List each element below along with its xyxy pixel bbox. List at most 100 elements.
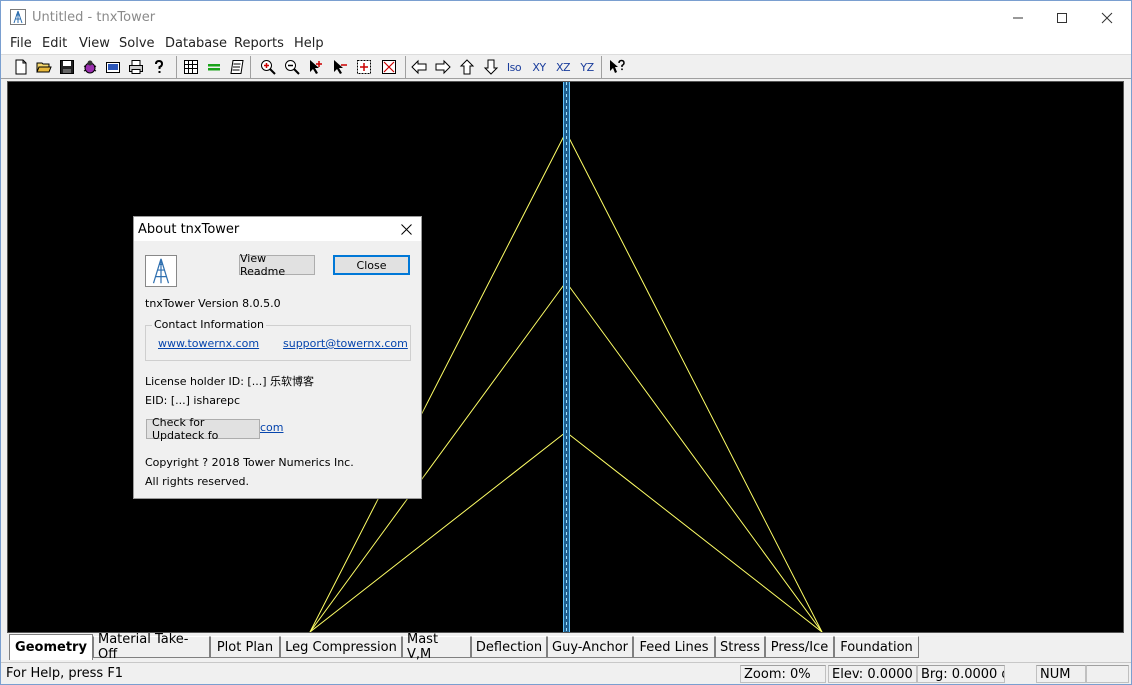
eid-text: EID: [...] isharepc bbox=[145, 394, 241, 407]
view-yz-label: YZ bbox=[580, 60, 594, 74]
menu-help[interactable]: Help bbox=[294, 36, 324, 51]
select-add-button[interactable] bbox=[306, 57, 326, 77]
rotate-right-button[interactable] bbox=[433, 57, 453, 77]
select-remove-button[interactable] bbox=[330, 57, 350, 77]
version-text: tnxTower Version 8.0.5.0 bbox=[145, 297, 281, 310]
print-preview-icon bbox=[106, 62, 120, 73]
mast bbox=[563, 82, 570, 632]
arrow-up-icon bbox=[459, 59, 475, 75]
table-grid-icon bbox=[184, 60, 198, 74]
printer-icon bbox=[129, 60, 143, 74]
close-icon bbox=[400, 223, 412, 235]
website-link[interactable]: www.towernx.com bbox=[158, 337, 259, 350]
rotate-up-button[interactable] bbox=[457, 57, 477, 77]
tab-foundation[interactable]: Foundation bbox=[834, 636, 919, 658]
view-iso-button[interactable]: Iso bbox=[504, 57, 524, 77]
grid-table-button[interactable] bbox=[181, 57, 201, 77]
view-xy-button[interactable]: XY bbox=[529, 57, 549, 77]
new-file-icon bbox=[15, 59, 27, 75]
print-preview-button[interactable] bbox=[103, 57, 123, 77]
check-updates-button[interactable]: Check for Updateck fo bbox=[146, 416, 260, 442]
check-updates-link-fragment[interactable]: com bbox=[260, 421, 284, 434]
close-window-button[interactable] bbox=[1084, 1, 1130, 34]
print-button[interactable] bbox=[126, 57, 146, 77]
tab-press-ice[interactable]: Press/Ice bbox=[765, 636, 834, 658]
arrow-right-icon bbox=[435, 59, 451, 75]
about-close-button[interactable]: Close bbox=[333, 255, 410, 275]
zoom-in-button[interactable] bbox=[258, 57, 278, 77]
view-readme-button[interactable]: View Readme bbox=[239, 252, 315, 278]
menu-reports[interactable]: Reports bbox=[234, 36, 284, 51]
tab-feed-lines[interactable]: Feed Lines bbox=[633, 636, 715, 658]
notes-button[interactable] bbox=[227, 57, 247, 77]
toolbar: Iso XY XZ YZ bbox=[1, 54, 1131, 79]
tab-leg-compression[interactable]: Leg Compression bbox=[280, 636, 402, 658]
title-bar: Untitled - tnxTower bbox=[1, 1, 1131, 34]
context-help-icon bbox=[610, 59, 625, 73]
guy-wire bbox=[565, 431, 823, 632]
pointer-plus-icon bbox=[310, 60, 322, 74]
tab-material-take-off[interactable]: Material Take-Off bbox=[93, 632, 210, 662]
tab-geometry[interactable]: Geometry bbox=[9, 634, 93, 660]
question-icon bbox=[155, 59, 164, 73]
minimize-button[interactable] bbox=[995, 1, 1041, 34]
arrow-left-icon bbox=[411, 59, 427, 75]
green-bars-icon bbox=[208, 64, 220, 71]
bug-icon bbox=[83, 60, 97, 74]
about-dialog: About tnxTower View Readme Close tnxTowe… bbox=[133, 216, 422, 499]
contact-info-label: Contact Information bbox=[152, 318, 266, 331]
tab-guy-anchor[interactable]: Guy-Anchor bbox=[547, 636, 633, 658]
notepad-icon bbox=[230, 60, 244, 74]
close-icon bbox=[1101, 12, 1113, 23]
guy-wire bbox=[565, 281, 823, 632]
open-file-button[interactable] bbox=[34, 57, 54, 77]
status-elevation: Elev: 0.0000 de bbox=[828, 665, 917, 683]
zoom-out-button[interactable] bbox=[282, 57, 302, 77]
zoom-out-icon bbox=[285, 60, 300, 75]
wizard-button[interactable] bbox=[80, 57, 100, 77]
tower-logo-icon bbox=[145, 255, 177, 287]
menu-solve[interactable]: Solve bbox=[119, 36, 155, 51]
app-window: Untitled - tnxTower File Edit View Solve… bbox=[0, 0, 1132, 685]
report-tabs: Geometry Material Take-Off Plot Plan Leg… bbox=[1, 632, 1131, 662]
zoom-extents-button[interactable] bbox=[379, 57, 399, 77]
status-zoom: Zoom: 0% bbox=[740, 665, 826, 683]
view-iso-label: Iso bbox=[506, 60, 522, 74]
support-email-link[interactable]: support@towernx.com bbox=[283, 337, 408, 350]
maximize-button[interactable] bbox=[1039, 1, 1085, 34]
menu-edit[interactable]: Edit bbox=[42, 36, 67, 51]
sections-button[interactable] bbox=[204, 57, 224, 77]
new-file-button[interactable] bbox=[11, 57, 31, 77]
license-holder-text: License holder ID: [...] 乐软博客 bbox=[145, 375, 314, 388]
rotate-down-button[interactable] bbox=[481, 57, 501, 77]
minimize-icon bbox=[1013, 17, 1023, 18]
status-num-lock: NUM bbox=[1036, 665, 1086, 683]
save-button[interactable] bbox=[57, 57, 77, 77]
window-title: Untitled - tnxTower bbox=[32, 10, 156, 25]
tab-plot-plan[interactable]: Plot Plan bbox=[210, 636, 280, 658]
help-button[interactable] bbox=[149, 57, 169, 77]
context-help-button[interactable] bbox=[607, 57, 627, 77]
tower-app-icon bbox=[10, 9, 26, 25]
rotate-left-button[interactable] bbox=[409, 57, 429, 77]
menu-file[interactable]: File bbox=[10, 36, 32, 51]
guy-wire bbox=[565, 131, 823, 632]
tab-deflection[interactable]: Deflection bbox=[471, 636, 547, 658]
zoom-window-button[interactable] bbox=[354, 57, 374, 77]
view-xy-label: XY bbox=[532, 60, 546, 74]
open-folder-icon bbox=[36, 62, 52, 73]
tab-mast-vm[interactable]: Mast V,M bbox=[402, 632, 471, 662]
pointer-minus-icon bbox=[334, 60, 347, 74]
status-bar: For Help, press F1 Zoom: 0% Elev: 0.0000… bbox=[1, 662, 1131, 684]
zoom-in-icon bbox=[261, 60, 276, 75]
view-xz-label: XZ bbox=[555, 60, 571, 74]
tab-stress[interactable]: Stress bbox=[715, 636, 765, 658]
status-bearing: Brg: 0.0000 de bbox=[917, 665, 1005, 683]
about-dialog-close-x[interactable] bbox=[395, 219, 417, 239]
maximize-icon bbox=[1057, 12, 1067, 23]
menu-view[interactable]: View bbox=[79, 36, 110, 51]
view-yz-button[interactable]: YZ bbox=[577, 57, 597, 77]
view-xz-button[interactable]: XZ bbox=[553, 57, 573, 77]
copyright-text: Copyright ? 2018 Tower Numerics Inc. bbox=[145, 456, 354, 469]
menu-database[interactable]: Database bbox=[165, 36, 227, 51]
